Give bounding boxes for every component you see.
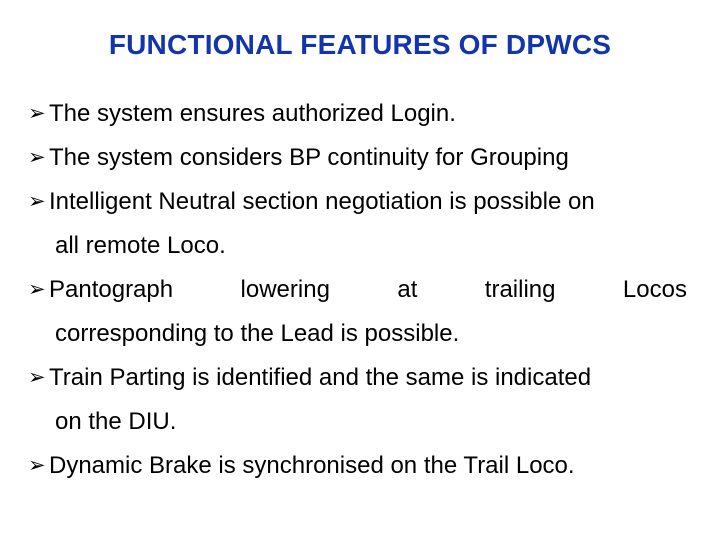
bullet-list: ➢ The system ensures authorized Login. ➢ Th… — [28, 92, 688, 488]
bullet-line-primary: Intelligent Neutral section negotiation … — [49, 188, 595, 215]
bullet-word: at — [397, 276, 418, 303]
bullet-word: lowering — [240, 276, 330, 303]
bullet-line-primary: Train Parting is identified and the same… — [49, 364, 592, 391]
bullet-line-primary: The system ensures authorized Login. — [49, 100, 456, 127]
bullet-line-primary: Dynamic Brake is synchronised on the Tra… — [49, 452, 575, 479]
arrowhead-bullet-icon: ➢ — [28, 454, 46, 477]
bullet-item: ➢ Pantograph lowering at trailing Locos corres… — [28, 268, 688, 356]
bullet-item: ➢ Train Parting is identified and the sam… — [28, 356, 688, 444]
bullet-item: ➢ The system considers BP continuity for … — [28, 136, 688, 180]
arrowhead-bullet-icon: ➢ — [28, 102, 46, 125]
arrowhead-bullet-icon: ➢ — [28, 366, 46, 389]
presentation-slide: FUNCTIONAL FEATURES OF DPWCS ➢ The system… — [0, 0, 720, 540]
arrowhead-bullet-icon: ➢ — [28, 278, 46, 301]
bullet-word: trailing — [484, 276, 556, 303]
bullet-line-continuation: on the DIU. — [55, 408, 177, 435]
slide-title: FUNCTIONAL FEATURES OF DPWCS — [108, 29, 612, 60]
bullet-item: ➢ Intelligent Neutral section negotiation… — [28, 180, 688, 268]
bullet-word: Pantograph — [49, 276, 174, 303]
bullet-item: ➢ The system ensures authorized Login. — [28, 92, 688, 136]
bullet-item: ➢ Dynamic Brake is synchronised on the Tr… — [28, 444, 688, 488]
bullet-line-continuation: all remote Loco. — [55, 232, 226, 259]
bullet-line-primary: Pantograph lowering at trailing Locos — [49, 268, 687, 312]
arrowhead-bullet-icon: ➢ — [28, 190, 46, 213]
arrowhead-bullet-icon: ➢ — [28, 146, 46, 169]
bullet-line-primary: The system considers BP continuity for G… — [49, 144, 569, 171]
bullet-word: Locos — [622, 276, 687, 303]
bullet-line-continuation: corresponding to the Lead is possible. — [55, 320, 460, 347]
